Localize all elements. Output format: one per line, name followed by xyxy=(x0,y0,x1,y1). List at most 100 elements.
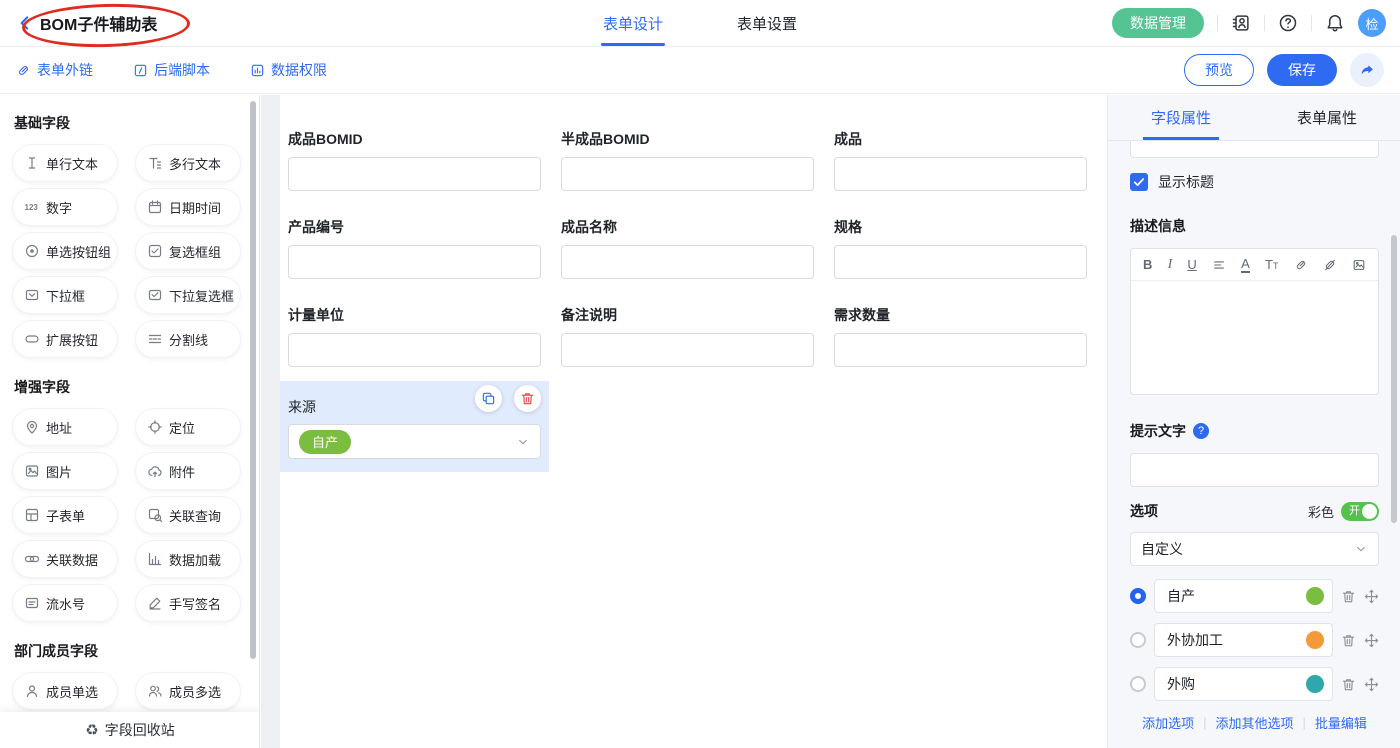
sidebar-item-datetime[interactable]: 日期时间 xyxy=(136,189,240,225)
sidebar-item-member-multi[interactable]: 成员多选 xyxy=(136,673,240,709)
sidebar-item-radio-group[interactable]: 单选按钮组 xyxy=(13,233,117,269)
sidebar-item-linked-data[interactable]: 关联数据 xyxy=(13,541,117,577)
field-input[interactable] xyxy=(561,333,814,367)
option-radio[interactable] xyxy=(1130,676,1146,692)
field-input[interactable] xyxy=(288,157,541,191)
field-input[interactable] xyxy=(561,157,814,191)
sidebar-item-serial-number[interactable]: 流水号 xyxy=(13,585,117,621)
link-icon[interactable] xyxy=(1294,258,1308,272)
delete-option-icon[interactable] xyxy=(1341,633,1356,648)
sidebar-item-member-single[interactable]: 成员单选 xyxy=(13,673,117,709)
sidebar-item-extend-button[interactable]: 扩展按钮 xyxy=(13,321,117,357)
font-color-icon[interactable]: A xyxy=(1241,257,1250,273)
delete-option-icon[interactable] xyxy=(1341,677,1356,692)
options-source-select[interactable]: 自定义 xyxy=(1130,532,1379,566)
preview-button[interactable]: 预览 xyxy=(1184,54,1254,86)
toolbar-link-backend-script[interactable]: 后端脚本 xyxy=(133,60,210,80)
bold-icon[interactable]: B xyxy=(1143,258,1152,271)
data-manage-button[interactable]: 数据管理 xyxy=(1112,8,1204,38)
unlink-icon[interactable] xyxy=(1323,258,1337,272)
tab-field-properties[interactable]: 字段属性 xyxy=(1108,95,1254,140)
hint-text-input[interactable] xyxy=(1130,453,1379,487)
field-input[interactable] xyxy=(288,333,541,367)
sidebar-item-signature[interactable]: 手写签名 xyxy=(136,585,240,621)
field-input[interactable] xyxy=(834,245,1087,279)
canvas-field[interactable]: 备注说明 xyxy=(561,305,814,367)
sidebar-scrollbar[interactable] xyxy=(250,101,256,659)
checkbox-checked-icon[interactable] xyxy=(1130,173,1148,191)
field-input[interactable] xyxy=(834,157,1087,191)
option-color-dot[interactable] xyxy=(1306,675,1324,693)
panel-scrollbar[interactable] xyxy=(1391,235,1397,523)
canvas-field[interactable]: 成品名称 xyxy=(561,217,814,279)
tab-form-design[interactable]: 表单设计 xyxy=(601,0,665,46)
option-link-2[interactable]: 批量编辑 xyxy=(1315,713,1367,732)
sidebar-item-multi-line-text[interactable]: 多行文本 xyxy=(136,145,240,181)
move-option-icon[interactable] xyxy=(1364,633,1379,648)
description-editor-body[interactable] xyxy=(1131,281,1378,395)
sidebar-item-single-line-text[interactable]: 单行文本 xyxy=(13,145,117,181)
option-color-dot[interactable] xyxy=(1306,587,1324,605)
sidebar-item-label: 手写签名 xyxy=(169,594,221,613)
field-input[interactable] xyxy=(561,245,814,279)
italic-icon[interactable]: I xyxy=(1168,258,1173,272)
canvas-field[interactable]: 半成品BOMID xyxy=(561,129,814,191)
help-icon[interactable] xyxy=(1278,13,1298,33)
option-radio-selected[interactable] xyxy=(1130,588,1146,604)
font-size-icon[interactable]: TT xyxy=(1265,258,1278,271)
sidebar-item-locate[interactable]: 定位 xyxy=(136,409,240,445)
option-label-input[interactable]: 外协加工 xyxy=(1154,623,1333,657)
selected-field-source[interactable]: 来源 自产 xyxy=(280,381,549,472)
tab-form-settings[interactable]: 表单设置 xyxy=(735,0,799,46)
option-color-dot[interactable] xyxy=(1306,631,1324,649)
canvas-field[interactable]: 计量单位 xyxy=(288,305,541,367)
insert-image-icon[interactable] xyxy=(1352,258,1366,272)
field-title-input-partial[interactable] xyxy=(1130,141,1379,158)
question-circle-icon[interactable]: ? xyxy=(1193,423,1209,439)
share-button[interactable] xyxy=(1350,53,1384,87)
option-label-input[interactable]: 自产 xyxy=(1154,579,1333,613)
canvas-field[interactable]: 成品BOMID xyxy=(288,129,541,191)
sidebar-item-multi-select[interactable]: 下拉复选框 xyxy=(136,277,240,313)
toolbar-link-external-link[interactable]: 表单外链 xyxy=(16,60,93,80)
tab-form-properties[interactable]: 表单属性 xyxy=(1254,95,1400,140)
sidebar-item-select[interactable]: 下拉框 xyxy=(13,277,117,313)
delete-field-button[interactable] xyxy=(514,385,541,412)
copy-field-button[interactable] xyxy=(475,385,502,412)
contacts-icon[interactable] xyxy=(1231,13,1251,33)
option-label-input[interactable]: 外购 xyxy=(1154,667,1333,701)
option-link-1[interactable]: 添加其他选项 xyxy=(1215,713,1293,732)
canvas-field[interactable]: 规格 xyxy=(834,217,1087,279)
field-input[interactable] xyxy=(288,245,541,279)
avatar[interactable]: 检 xyxy=(1358,9,1386,37)
align-icon[interactable] xyxy=(1212,258,1226,272)
move-option-icon[interactable] xyxy=(1364,589,1379,604)
field-recycle-bin[interactable]: ♻ 字段回收站 xyxy=(0,712,260,748)
underline-icon[interactable]: U xyxy=(1187,258,1196,271)
color-toggle[interactable]: 开 xyxy=(1341,502,1379,521)
sidebar-item-data-load[interactable]: 数据加载 xyxy=(136,541,240,577)
canvas-field[interactable]: 成品 xyxy=(834,129,1087,191)
canvas-field[interactable]: 产品编号 xyxy=(288,217,541,279)
notification-bell-icon[interactable] xyxy=(1325,13,1345,33)
canvas-field[interactable]: 需求数量 xyxy=(834,305,1087,367)
toolbar-link-data-permission[interactable]: 数据权限 xyxy=(250,60,327,80)
back-icon[interactable] xyxy=(16,14,34,32)
show-title-checkbox-row[interactable]: 显示标题 xyxy=(1130,172,1379,192)
move-option-icon[interactable] xyxy=(1364,677,1379,692)
source-select[interactable]: 自产 xyxy=(288,424,541,459)
sidebar-item-attachment[interactable]: 附件 xyxy=(136,453,240,489)
sidebar-item-number[interactable]: 123数字 xyxy=(13,189,117,225)
save-button[interactable]: 保存 xyxy=(1267,54,1337,86)
sidebar-item-address[interactable]: 地址 xyxy=(13,409,117,445)
header-actions: 数据管理 检 xyxy=(1112,0,1386,46)
delete-option-icon[interactable] xyxy=(1341,589,1356,604)
sidebar-item-linked-query[interactable]: 关联查询 xyxy=(136,497,240,533)
field-input[interactable] xyxy=(834,333,1087,367)
sidebar-item-checkbox-group[interactable]: 复选框组 xyxy=(136,233,240,269)
option-radio[interactable] xyxy=(1130,632,1146,648)
option-link-0[interactable]: 添加选项 xyxy=(1142,713,1194,732)
sidebar-item-subform[interactable]: 子表单 xyxy=(13,497,117,533)
sidebar-item-image[interactable]: 图片 xyxy=(13,453,117,489)
sidebar-item-divider[interactable]: 分割线 xyxy=(136,321,240,357)
